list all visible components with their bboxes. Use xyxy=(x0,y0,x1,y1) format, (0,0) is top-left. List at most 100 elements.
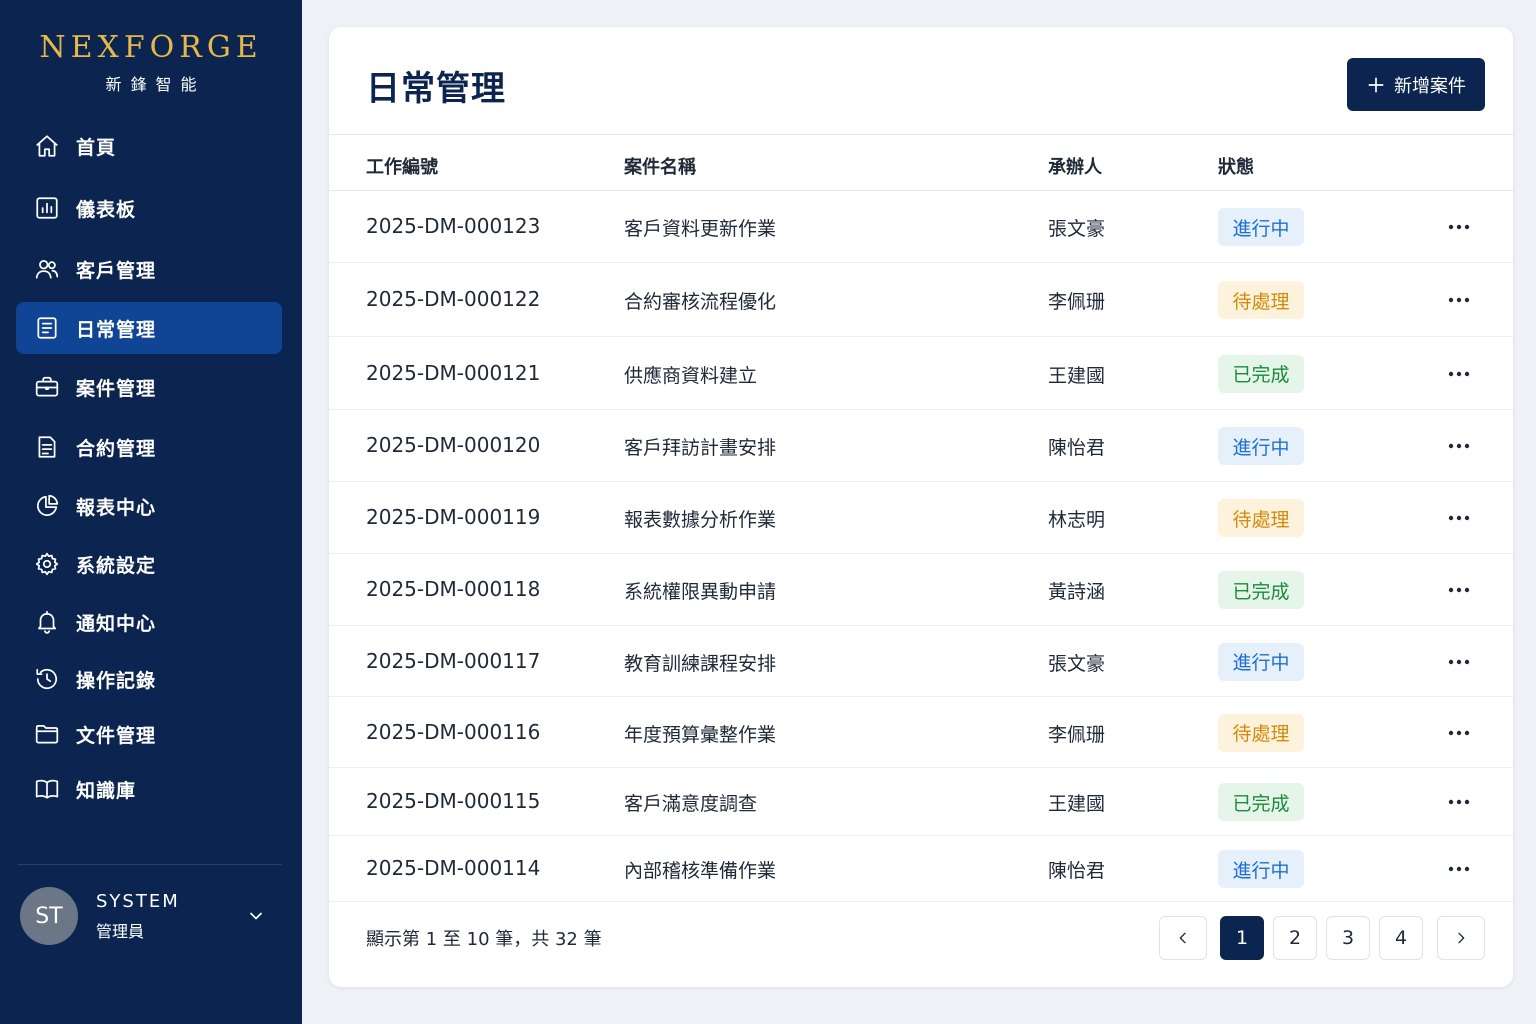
sidebar-item-label: 首頁 xyxy=(76,136,117,159)
table-row[interactable]: 2025-DM-000121 供應商資料建立 王建國 已完成 xyxy=(329,337,1513,410)
prev-page-button[interactable] xyxy=(1159,916,1207,960)
page-button-2[interactable]: 2 xyxy=(1273,916,1317,960)
table-row[interactable]: 2025-DM-000115 客戶滿意度調查 王建國 已完成 xyxy=(329,768,1513,836)
case-owner: 張文豪 xyxy=(1048,218,1106,240)
user-role: 管理員 xyxy=(96,921,145,941)
status-badge: 待處理 xyxy=(1218,281,1304,319)
table-row[interactable]: 2025-DM-000123 客戶資料更新作業 張文豪 進行中 xyxy=(329,191,1513,263)
sidebar-item-reports[interactable]: 報表中心 xyxy=(16,480,282,532)
more-options-icon[interactable] xyxy=(1441,360,1477,388)
column-header-owner[interactable]: 承辦人 xyxy=(1048,153,1102,179)
brand-name-en: NEXFORGE xyxy=(39,30,263,65)
home-icon xyxy=(34,133,60,159)
table-row[interactable]: 2025-DM-000116 年度預算彙整作業 李佩珊 待處理 xyxy=(329,697,1513,768)
case-id: 2025-DM-000117 xyxy=(366,648,541,673)
contract-document-icon xyxy=(34,434,60,460)
status-badge: 進行中 xyxy=(1218,427,1304,465)
more-options-icon[interactable] xyxy=(1441,576,1477,604)
user-info: SYSTEM 管理員 xyxy=(96,891,246,942)
user-name: SYSTEM xyxy=(96,890,180,912)
sidebar-divider xyxy=(18,864,282,865)
status-badge: 進行中 xyxy=(1218,208,1304,246)
gear-icon xyxy=(34,551,60,577)
sidebar-item-home[interactable]: 首頁 xyxy=(16,120,282,172)
case-owner: 李佩珊 xyxy=(1048,723,1106,746)
case-id: 2025-DM-000120 xyxy=(366,433,541,457)
sidebar-item-label: 日常管理 xyxy=(76,318,157,341)
table-row[interactable]: 2025-DM-000120 客戶拜訪計畫安排 陳怡君 進行中 xyxy=(329,410,1513,482)
status-badge: 已完成 xyxy=(1218,571,1304,609)
case-id: 2025-DM-000115 xyxy=(366,789,541,813)
case-id: 2025-DM-000123 xyxy=(366,214,541,238)
case-id: 2025-DM-000118 xyxy=(366,577,541,601)
sidebar-item-knowledge-base[interactable]: 知識庫 xyxy=(16,763,282,815)
case-owner: 王建國 xyxy=(1048,364,1106,387)
table-row[interactable]: 2025-DM-000122 合約審核流程優化 李佩珊 待處理 xyxy=(329,263,1513,337)
sidebar-item-label: 儀表板 xyxy=(76,198,137,221)
sidebar-item-label: 報表中心 xyxy=(76,496,157,519)
page-button-3[interactable]: 3 xyxy=(1326,916,1370,960)
pagination-summary: 顯示第 1 至 10 筆，共 32 筆 xyxy=(366,929,602,950)
page-button-4[interactable]: 4 xyxy=(1379,916,1423,960)
status-badge: 待處理 xyxy=(1218,713,1304,752)
sidebar-item-label: 系統設定 xyxy=(76,554,157,577)
more-options-icon[interactable] xyxy=(1441,719,1477,747)
case-name: 內部稽核準備作業 xyxy=(624,860,777,882)
case-id: 2025-DM-000114 xyxy=(366,856,541,880)
status-badge: 進行中 xyxy=(1218,850,1304,888)
case-name: 供應商資料建立 xyxy=(624,364,758,387)
sidebar-item-label: 案件管理 xyxy=(76,377,157,400)
column-header-id[interactable]: 工作編號 xyxy=(366,153,438,179)
sidebar-item-dashboard[interactable]: 儀表板 xyxy=(16,182,282,234)
sidebar-item-cases[interactable]: 案件管理 xyxy=(16,361,282,413)
more-options-icon[interactable] xyxy=(1441,432,1477,460)
more-options-icon[interactable] xyxy=(1441,504,1477,532)
main-panel: 日常管理 新增案件 工作編號 案件名稱 承辦人 狀態 2025-DM-00012… xyxy=(329,27,1513,987)
bell-icon xyxy=(34,609,60,635)
sidebar-item-label: 文件管理 xyxy=(76,724,157,747)
more-options-icon[interactable] xyxy=(1441,213,1477,241)
table-row[interactable]: 2025-DM-000118 系統權限異動申請 黃詩涵 已完成 xyxy=(329,554,1513,626)
avatar: ST xyxy=(20,887,78,945)
sidebar-item-daily[interactable]: 日常管理 xyxy=(16,302,282,354)
sidebar-item-notifications[interactable]: 通知中心 xyxy=(16,596,282,648)
sidebar-item-contracts[interactable]: 合約管理 xyxy=(16,421,282,473)
case-owner: 李佩珊 xyxy=(1048,291,1106,313)
case-owner: 張文豪 xyxy=(1048,652,1106,675)
column-header-name[interactable]: 案件名稱 xyxy=(624,153,696,179)
add-case-button[interactable]: 新增案件 xyxy=(1347,58,1485,111)
plus-icon xyxy=(1366,75,1386,95)
next-page-button[interactable] xyxy=(1437,916,1485,960)
add-case-label: 新增案件 xyxy=(1394,75,1466,97)
chevron-down-icon[interactable] xyxy=(246,906,266,926)
briefcase-icon xyxy=(34,374,60,400)
table-row[interactable]: 2025-DM-000117 教育訓練課程安排 張文豪 進行中 xyxy=(329,626,1513,697)
case-owner: 陳怡君 xyxy=(1048,437,1106,459)
users-icon xyxy=(34,256,60,282)
column-header-status[interactable]: 狀態 xyxy=(1218,153,1254,179)
sidebar-item-documents[interactable]: 文件管理 xyxy=(16,708,282,760)
case-name: 合約審核流程優化 xyxy=(624,291,777,313)
case-owner: 林志明 xyxy=(1048,509,1106,531)
case-name: 系統權限異動申請 xyxy=(624,581,777,603)
user-menu[interactable]: ST SYSTEM 管理員 xyxy=(20,886,282,946)
table-header: 工作編號 案件名稱 承辦人 狀態 xyxy=(329,135,1513,191)
brand-logo[interactable]: NEXFORGE 新鋒智能 xyxy=(0,30,302,95)
more-options-icon[interactable] xyxy=(1441,855,1477,883)
case-name: 客戶滿意度調查 xyxy=(624,793,758,815)
sidebar-item-customers[interactable]: 客戶管理 xyxy=(16,243,282,295)
sidebar-item-settings[interactable]: 系統設定 xyxy=(16,538,282,590)
more-options-icon[interactable] xyxy=(1441,788,1477,816)
more-options-icon[interactable] xyxy=(1441,286,1477,314)
table-row[interactable]: 2025-DM-000119 報表數據分析作業 林志明 待處理 xyxy=(329,482,1513,554)
sidebar-item-label: 合約管理 xyxy=(76,437,157,460)
more-options-icon[interactable] xyxy=(1441,648,1477,676)
table-row[interactable]: 2025-DM-000114 內部稽核準備作業 陳怡君 進行中 xyxy=(329,836,1513,902)
sidebar-item-label: 操作記錄 xyxy=(76,669,157,692)
case-id: 2025-DM-000119 xyxy=(366,505,541,529)
case-owner: 陳怡君 xyxy=(1048,860,1106,882)
case-name: 客戶拜訪計畫安排 xyxy=(624,437,777,459)
sidebar-item-activity-log[interactable]: 操作記錄 xyxy=(16,653,282,705)
page-button-1[interactable]: 1 xyxy=(1220,916,1264,960)
chevron-left-icon xyxy=(1175,930,1191,946)
